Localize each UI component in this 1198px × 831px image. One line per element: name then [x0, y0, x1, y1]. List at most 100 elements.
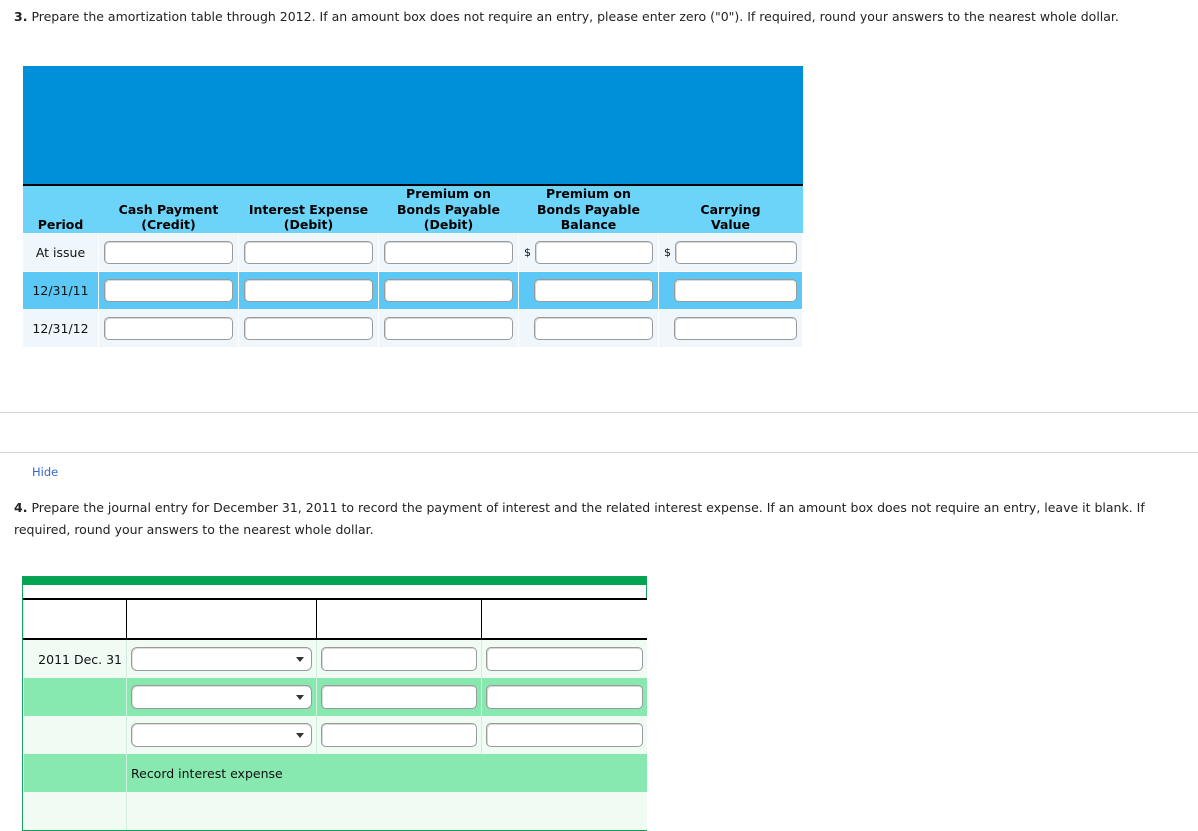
header-line: (Debit): [423, 217, 474, 233]
rule-segment: [126, 598, 317, 640]
cell-blank: [126, 792, 647, 830]
column-header-premium-debit: Premium on Bonds Payable (Debit): [378, 185, 519, 234]
input-debit-row-2[interactable]: [321, 685, 477, 709]
column-header-carrying-value: Carrying Value: [658, 185, 803, 234]
cell-interest-expense: [238, 308, 379, 348]
cell-journal-debit: [316, 639, 482, 678]
cell-cash-payment: [98, 308, 239, 348]
journal-banner: [23, 577, 646, 585]
amortization-header-row: Period Cash Payment (Credit) Interest Ex…: [22, 185, 803, 234]
column-header-interest-expense: Interest Expense (Debit): [238, 185, 379, 234]
section-divider-top: [0, 412, 1198, 413]
cell-interest-expense: [238, 270, 379, 310]
cell-journal-account: [126, 678, 317, 716]
input-premium-debit-2011[interactable]: [384, 278, 513, 302]
input-cash-payment-at-issue[interactable]: [104, 240, 233, 264]
cell-journal-account: [126, 716, 317, 754]
header-line: Value: [710, 217, 751, 233]
input-premium-debit-at-issue[interactable]: [384, 240, 513, 264]
cell-premium-balance: [518, 308, 659, 348]
cell-cash-payment: [98, 270, 239, 310]
journal-double-rule: [23, 598, 647, 640]
input-carrying-value-2012[interactable]: [674, 316, 797, 340]
cell-cash-payment: [98, 232, 239, 272]
header-line: Premium on: [406, 186, 491, 201]
header-line: Interest Expense: [248, 201, 369, 217]
journal-entry-table: 2011 Dec. 31 Record interest expense: [22, 576, 647, 831]
journal-memo-text: Record interest expense: [126, 754, 647, 792]
amortization-banner-row: [22, 66, 803, 186]
input-premium-balance-at-issue[interactable]: [535, 240, 653, 264]
cell-carrying-value: $: [658, 232, 803, 272]
select-account-row-2[interactable]: [131, 685, 312, 709]
cell-journal-date: [23, 716, 127, 754]
amortization-banner: [22, 66, 803, 186]
header-line: Period: [37, 217, 84, 233]
cell-journal-date: 2011 Dec. 31: [23, 639, 127, 678]
cell-period: 12/31/11: [22, 270, 99, 310]
header-line: Bonds Payable: [537, 201, 640, 217]
header-line: Cash Payment: [118, 201, 219, 217]
select-account-row-1[interactable]: [131, 647, 312, 671]
input-premium-debit-2012[interactable]: [384, 316, 513, 340]
cell-period: At issue: [22, 232, 99, 272]
cell-interest-expense: [238, 232, 379, 272]
cell-journal-credit: [481, 678, 647, 716]
amortization-table: Period Cash Payment (Credit) Interest Ex…: [22, 66, 803, 348]
journal-blank-row: [23, 792, 647, 830]
journal-header-gap: [23, 585, 646, 598]
cell-journal-credit: [481, 639, 647, 678]
input-interest-expense-2011[interactable]: [244, 278, 373, 302]
cell-premium-debit: [378, 270, 519, 310]
input-credit-row-2[interactable]: [486, 685, 643, 709]
header-line: (Credit): [141, 217, 196, 233]
header-line: Bonds Payable: [397, 201, 500, 217]
input-carrying-value-2011[interactable]: [674, 278, 797, 302]
header-line: Carrying: [700, 201, 761, 217]
input-credit-row-1[interactable]: [486, 647, 643, 671]
question-3-prompt: 3. Prepare the amortization table throug…: [14, 6, 1189, 28]
input-cash-payment-2011[interactable]: [104, 278, 233, 302]
select-account-row-3[interactable]: [131, 723, 312, 747]
input-interest-expense-2012[interactable]: [244, 316, 373, 340]
question-3-number: 3.: [14, 9, 28, 24]
table-row: 12/31/11: [22, 270, 803, 310]
journal-row: 2011 Dec. 31: [23, 639, 647, 678]
cell-period: 12/31/12: [22, 308, 99, 348]
journal-memo-row: Record interest expense: [23, 754, 647, 792]
currency-symbol: $: [524, 245, 531, 259]
input-premium-balance-2011[interactable]: [534, 278, 653, 302]
rule-segment: [481, 598, 647, 640]
cell-journal-credit: [481, 716, 647, 754]
input-premium-balance-2012[interactable]: [534, 316, 653, 340]
input-carrying-value-at-issue[interactable]: [675, 240, 797, 264]
journal-grid: 2011 Dec. 31 Record interest expense: [23, 598, 647, 830]
header-line: Balance: [560, 217, 617, 233]
question-3-text: Prepare the amortization table through 2…: [31, 9, 1119, 24]
cell-journal-debit: [316, 678, 482, 716]
cell-premium-debit: [378, 308, 519, 348]
table-row: At issue $ $: [22, 232, 803, 272]
section-divider-bottom: [0, 452, 1198, 453]
rule-segment: [23, 598, 127, 640]
input-cash-payment-2012[interactable]: [104, 316, 233, 340]
journal-row: [23, 678, 647, 716]
currency-symbol: $: [664, 245, 671, 259]
header-line: (Debit): [283, 217, 334, 233]
cell-premium-balance: $: [518, 232, 659, 272]
cell-blank: [23, 792, 127, 830]
cell-carrying-value: [658, 308, 803, 348]
column-header-period: Period: [22, 185, 99, 234]
question-4-prompt: 4. Prepare the journal entry for Decembe…: [14, 497, 1186, 540]
input-debit-row-1[interactable]: [321, 647, 477, 671]
input-interest-expense-at-issue[interactable]: [244, 240, 373, 264]
cell-memo-spacer: [23, 754, 127, 792]
cell-journal-account: [126, 639, 317, 678]
header-line: Premium on: [546, 186, 631, 201]
amortization-grid: Period Cash Payment (Credit) Interest Ex…: [22, 66, 803, 348]
cell-carrying-value: [658, 270, 803, 310]
input-credit-row-3[interactable]: [486, 723, 643, 747]
table-row: 12/31/12: [22, 308, 803, 348]
input-debit-row-3[interactable]: [321, 723, 477, 747]
hide-link[interactable]: Hide: [32, 465, 58, 479]
